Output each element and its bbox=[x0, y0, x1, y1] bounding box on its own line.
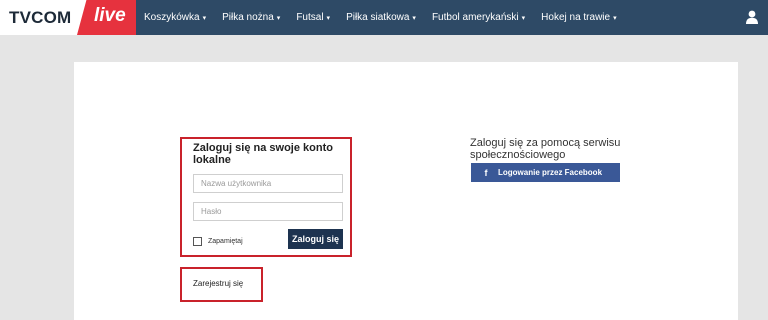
nav-item-label: Hokej na trawie bbox=[541, 12, 611, 23]
remember-label: Zapamiętaj bbox=[208, 238, 243, 245]
nav-item-label: Koszykówka bbox=[144, 12, 200, 23]
username-field[interactable] bbox=[193, 174, 343, 193]
login-button[interactable]: Zaloguj się bbox=[288, 229, 343, 249]
register-link[interactable]: Zarejestruj się bbox=[193, 279, 243, 288]
main-nav: Koszykówka ▾ Piłka nożna ▾ Futsal ▾ Piłk… bbox=[144, 0, 617, 35]
nav-item-label: Futbol amerykański bbox=[431, 12, 519, 23]
facebook-login-button[interactable]: f Logowanie przez Facebook bbox=[471, 163, 620, 182]
nav-item-label: Futsal bbox=[296, 12, 324, 23]
brand-logo[interactable]: TVCOM bbox=[9, 8, 71, 28]
top-navbar: TVCOM live Koszykówka ▾ Piłka nożna ▾ Fu… bbox=[0, 0, 768, 35]
facebook-icon: f bbox=[484, 167, 488, 178]
login-form-title: Zaloguj się na swoje konto lokalne bbox=[193, 142, 333, 166]
chevron-down-icon: ▾ bbox=[521, 14, 526, 22]
password-field[interactable] bbox=[193, 202, 343, 221]
chevron-down-icon: ▾ bbox=[326, 14, 331, 22]
chevron-down-icon: ▾ bbox=[276, 14, 281, 22]
nav-item-pilka-nozna[interactable]: Piłka nożna ▾ bbox=[222, 12, 280, 23]
facebook-login-label: Logowanie przez Facebook bbox=[498, 168, 603, 177]
nav-item-label: Piłka nożna bbox=[222, 12, 274, 23]
content-panel bbox=[74, 62, 738, 320]
chevron-down-icon: ▾ bbox=[202, 14, 207, 22]
brand-live-label[interactable]: live bbox=[94, 5, 126, 27]
nav-item-koszykowka[interactable]: Koszykówka ▾ bbox=[144, 12, 206, 23]
remember-checkbox[interactable] bbox=[193, 237, 202, 246]
user-icon[interactable] bbox=[746, 10, 758, 24]
social-login-title: Zaloguj się za pomocą serwisu społecznoś… bbox=[470, 137, 621, 161]
nav-item-futbol-amerykanski[interactable]: Futbol amerykański ▾ bbox=[432, 12, 525, 23]
remember-me[interactable]: Zapamiętaj bbox=[193, 237, 243, 246]
nav-item-pilka-siatkowa[interactable]: Piłka siatkowa ▾ bbox=[346, 12, 416, 23]
chevron-down-icon: ▾ bbox=[412, 14, 416, 22]
nav-item-hokej-na-trawie[interactable]: Hokej na trawie ▾ bbox=[541, 12, 616, 23]
nav-item-futsal[interactable]: Futsal ▾ bbox=[296, 12, 330, 23]
nav-item-label: Piłka siatkowa bbox=[346, 12, 410, 23]
chevron-down-icon: ▾ bbox=[613, 14, 617, 22]
